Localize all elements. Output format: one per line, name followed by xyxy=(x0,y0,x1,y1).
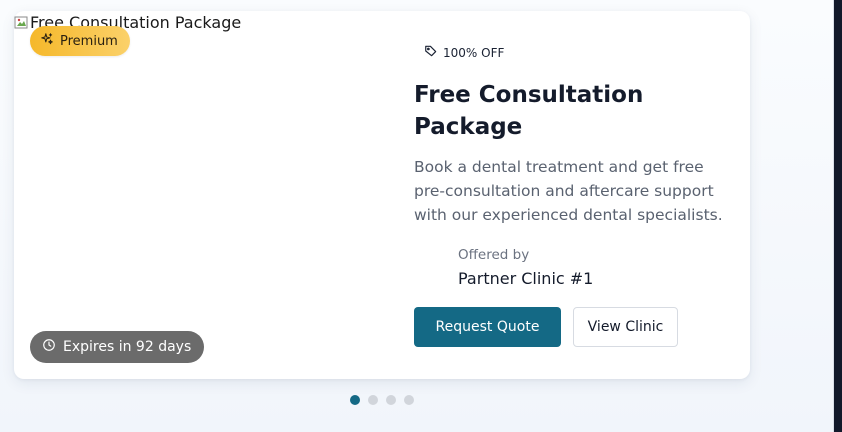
request-quote-button[interactable]: Request Quote xyxy=(414,307,561,347)
clinic-name: Partner Clinic #1 xyxy=(458,269,594,288)
sparkles-icon xyxy=(40,32,54,50)
premium-badge: Premium xyxy=(30,26,130,56)
carousel-dot-4[interactable] xyxy=(404,395,414,405)
carousel-dot-1[interactable] xyxy=(350,395,360,405)
discount-label: 100% OFF xyxy=(424,44,504,61)
premium-badge-label: Premium xyxy=(60,33,118,49)
tag-icon xyxy=(424,44,438,61)
discount-text: 100% OFF xyxy=(443,45,505,60)
offer-card: Free Consultation Package Premium Expire… xyxy=(14,11,750,379)
offer-description: Book a dental treatment and get free pre… xyxy=(414,158,723,224)
clock-icon xyxy=(42,338,56,356)
view-clinic-button[interactable]: View Clinic xyxy=(573,307,678,347)
carousel-dots xyxy=(350,395,414,405)
offered-by-label: Offered by xyxy=(458,247,530,263)
offer-image: Free Consultation Package Premium Expire… xyxy=(14,11,384,379)
offer-title: Free Consultation Package xyxy=(414,82,644,140)
expiry-badge-label: Expires in 92 days xyxy=(63,339,192,355)
broken-image-icon xyxy=(14,15,30,31)
offer-content: 100% OFF Free Consultation Package Book … xyxy=(414,11,734,379)
window-edge xyxy=(834,0,842,432)
carousel-dot-3[interactable] xyxy=(386,395,396,405)
expiry-badge: Expires in 92 days xyxy=(30,331,205,363)
carousel-dot-2[interactable] xyxy=(368,395,378,405)
